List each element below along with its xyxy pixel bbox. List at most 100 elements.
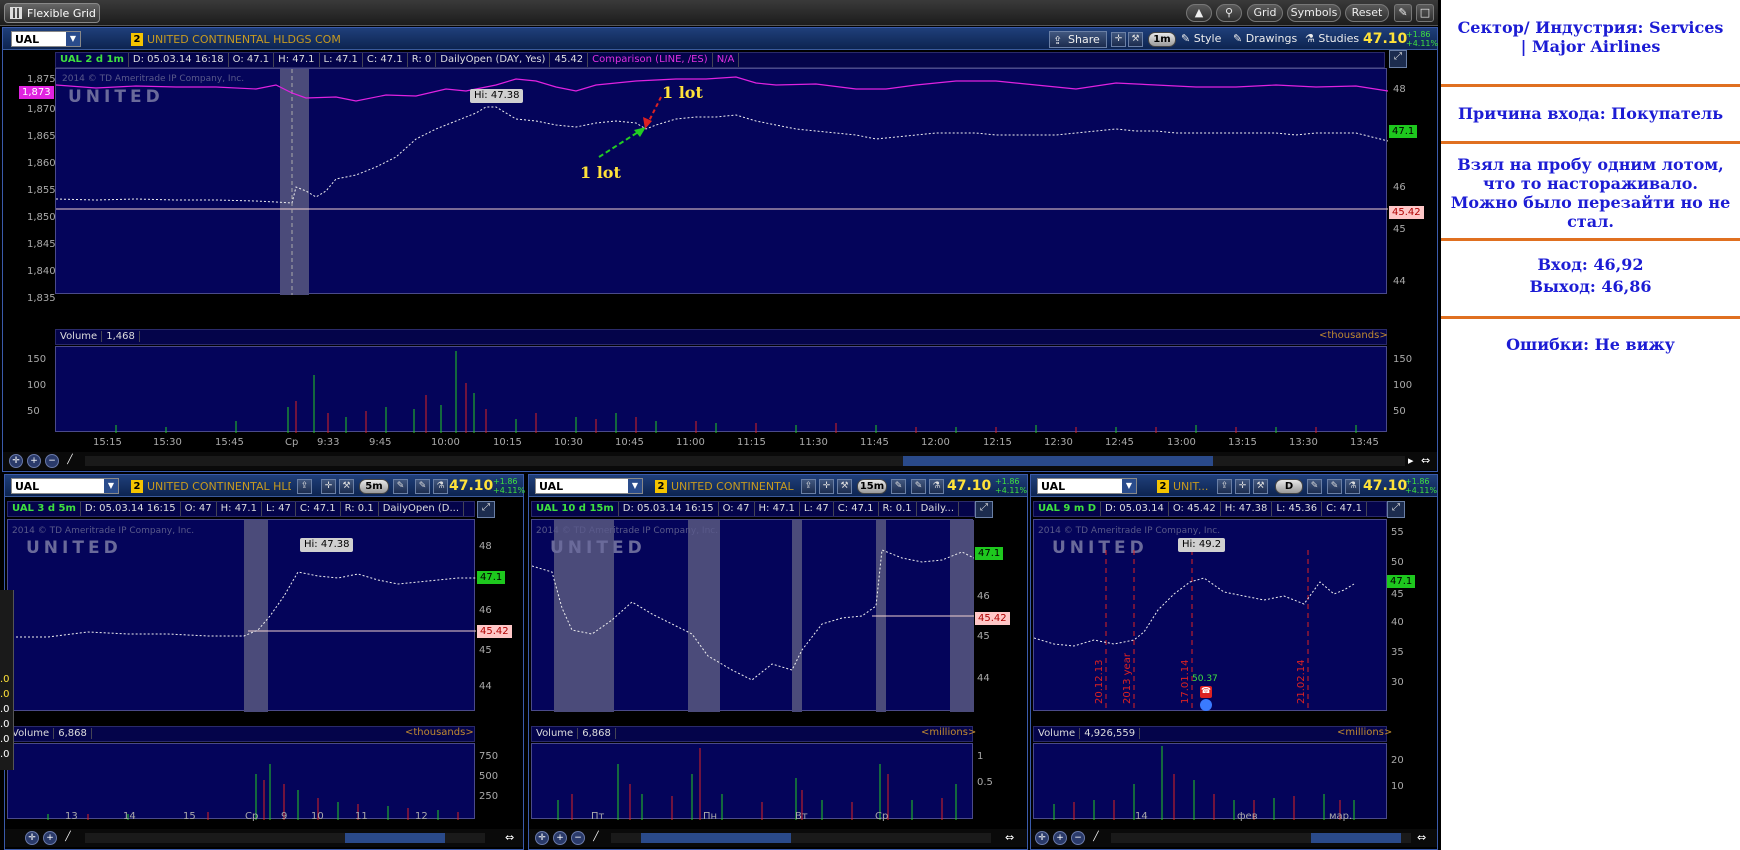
expand-horizontal-icon[interactable]: ⇔ xyxy=(1417,831,1426,844)
link-group-badge[interactable]: 2 xyxy=(131,33,143,46)
dividend-icon[interactable] xyxy=(1200,699,1212,711)
timeframe-button[interactable]: 5m xyxy=(359,479,389,494)
hidden-window-stub[interactable]: .0 .0 .0 .0 .0 .0 xyxy=(0,590,14,770)
draw-line-button[interactable]: ╱ xyxy=(63,454,77,468)
horizontal-scrollbar[interactable] xyxy=(1111,833,1411,843)
symbol-value: UAL xyxy=(539,480,564,493)
expand-horizontal-icon[interactable]: ⇔ xyxy=(1421,454,1430,467)
settings-button[interactable]: ⚒ xyxy=(339,479,354,494)
zoom-in-button[interactable]: + xyxy=(27,454,41,468)
main-expand-button[interactable]: ⤢ xyxy=(1389,50,1407,68)
sub1-symbol-input[interactable]: UAL ▼ xyxy=(11,478,119,494)
horizontal-scrollbar[interactable] xyxy=(85,833,485,843)
scroll-thumb[interactable] xyxy=(345,833,445,843)
draw-line-button[interactable]: ╱ xyxy=(1089,831,1103,845)
drawing-tools-button[interactable]: ✛ xyxy=(321,479,336,494)
timeframe-button[interactable]: 1m xyxy=(1148,32,1176,47)
share-button[interactable]: ⇪ Share xyxy=(1049,31,1107,48)
chevron-down-icon[interactable]: ▼ xyxy=(1122,479,1136,493)
link-group-badge[interactable]: 2 xyxy=(1157,480,1169,493)
chevron-down-icon[interactable]: ▼ xyxy=(628,479,642,493)
bell-icon: ▲ xyxy=(1194,6,1204,19)
sub2-info-strip: UAL 10 d 15m D: 05.03.14 16:15 O: 47 H: 47.… xyxy=(531,501,975,517)
flexible-grid-button[interactable]: Flexible Grid xyxy=(4,3,100,23)
horizontal-scrollbar[interactable] xyxy=(611,833,991,843)
studies-button[interactable]: ⚗ xyxy=(929,479,944,494)
volume-axis-label: 150 xyxy=(27,354,47,365)
zoom-out-button[interactable]: − xyxy=(1071,831,1085,845)
window-button[interactable]: □ xyxy=(1416,4,1434,22)
symbol-input[interactable]: UAL ▼ xyxy=(11,31,81,47)
settings-button[interactable]: ⚒ xyxy=(1253,479,1268,494)
timeframe-button[interactable]: D xyxy=(1275,479,1303,494)
time-label: 10:45 xyxy=(615,437,644,448)
draw-line-button[interactable]: ╱ xyxy=(61,831,75,845)
pencil-icon: ✎ xyxy=(1330,481,1339,491)
pan-button[interactable]: ✛ xyxy=(25,831,39,845)
link-group-badge[interactable]: 2 xyxy=(655,480,667,493)
drawings-button[interactable]: ✎ xyxy=(911,479,926,494)
style-button[interactable]: ✎ xyxy=(1307,479,1322,494)
settings-button[interactable]: ⚒ xyxy=(1128,32,1143,47)
earnings-phone-icon[interactable]: ☎ xyxy=(1200,686,1212,698)
link-button[interactable]: ⚲ xyxy=(1216,4,1242,22)
style-button[interactable]: ✎ xyxy=(891,479,906,494)
share-button[interactable]: ⇪ xyxy=(297,479,312,494)
drawings-button[interactable]: ✎ xyxy=(1327,479,1342,494)
grid-button[interactable]: Grid xyxy=(1247,4,1283,22)
zoom-in-button[interactable]: + xyxy=(1053,831,1067,845)
style-button[interactable]: ✎ xyxy=(393,479,408,494)
scroll-thumb[interactable] xyxy=(903,456,1213,466)
drawing-tools-button[interactable]: ✛ xyxy=(1235,479,1250,494)
symbol-value: UAL xyxy=(15,33,40,46)
wrench-icon: ⚒ xyxy=(1256,481,1265,491)
scroll-right-arrow[interactable]: ▸ xyxy=(1408,454,1414,467)
timeframe-button[interactable]: 15m xyxy=(857,479,887,494)
price-change: +1.86 xyxy=(995,477,1020,486)
scroll-thumb[interactable] xyxy=(1311,833,1401,843)
notes-sector: Сектор/ Индустрия: Services | Major Airl… xyxy=(1457,18,1724,56)
zoom-out-button[interactable]: − xyxy=(571,831,585,845)
window-icon: □ xyxy=(1419,6,1431,19)
sub2-expand-button[interactable]: ⤢ xyxy=(975,501,993,518)
chevron-down-icon[interactable]: ▼ xyxy=(66,32,80,46)
drawing-tools-button[interactable]: ✛ xyxy=(819,479,834,494)
drawing-tools-button[interactable]: ✛ xyxy=(1111,32,1126,47)
time-label: 12 xyxy=(415,811,428,822)
symbols-button[interactable]: Symbols xyxy=(1287,4,1341,22)
pan-button[interactable]: ✛ xyxy=(535,831,549,845)
expand-horizontal-icon[interactable]: ⇔ xyxy=(1005,831,1014,844)
date-label: фев xyxy=(1237,811,1258,822)
chevron-down-icon[interactable]: ▼ xyxy=(104,479,118,493)
studies-button[interactable]: ⚗ xyxy=(433,479,448,494)
draw-line-button[interactable]: ╱ xyxy=(589,831,603,845)
study-dailyopen-value: 45.42 xyxy=(550,53,589,67)
reset-button[interactable]: Reset xyxy=(1345,4,1389,22)
left-axis-label: 1,840 xyxy=(27,266,56,277)
sub3-expand-button[interactable]: ⤢ xyxy=(1387,501,1405,518)
zoom-out-button[interactable]: − xyxy=(45,454,59,468)
studies-button[interactable]: ⚗ xyxy=(1345,479,1360,494)
pan-icon: ✛ xyxy=(538,833,546,843)
drawings-button[interactable]: ✎ xyxy=(415,479,430,494)
studies-button[interactable]: ⚗ Studies xyxy=(1305,32,1359,45)
sub1-expand-button[interactable]: ⤢ xyxy=(477,501,495,518)
pin-button[interactable]: ✎ xyxy=(1394,4,1412,22)
sub3-symbol-input[interactable]: UAL ▼ xyxy=(1037,478,1137,494)
link-group-badge[interactable]: 2 xyxy=(131,480,143,493)
scroll-thumb[interactable] xyxy=(641,833,791,843)
pan-button[interactable]: ✛ xyxy=(9,454,23,468)
drawings-button[interactable]: ✎ Drawings xyxy=(1233,32,1297,45)
pan-button[interactable]: ✛ xyxy=(1035,831,1049,845)
alert-bell-button[interactable]: ▲ xyxy=(1186,4,1212,22)
horizontal-scrollbar[interactable] xyxy=(85,456,1405,466)
share-button[interactable]: ⇪ xyxy=(801,479,816,494)
share-button[interactable]: ⇪ xyxy=(1217,479,1232,494)
zoom-in-button[interactable]: + xyxy=(553,831,567,845)
settings-button[interactable]: ⚒ xyxy=(837,479,852,494)
sub2-symbol-input[interactable]: UAL ▼ xyxy=(535,478,643,494)
studies-label: Studies xyxy=(1318,32,1360,45)
style-button[interactable]: ✎ Style xyxy=(1181,32,1221,45)
expand-horizontal-icon[interactable]: ⇔ xyxy=(505,831,514,844)
zoom-in-button[interactable]: + xyxy=(43,831,57,845)
